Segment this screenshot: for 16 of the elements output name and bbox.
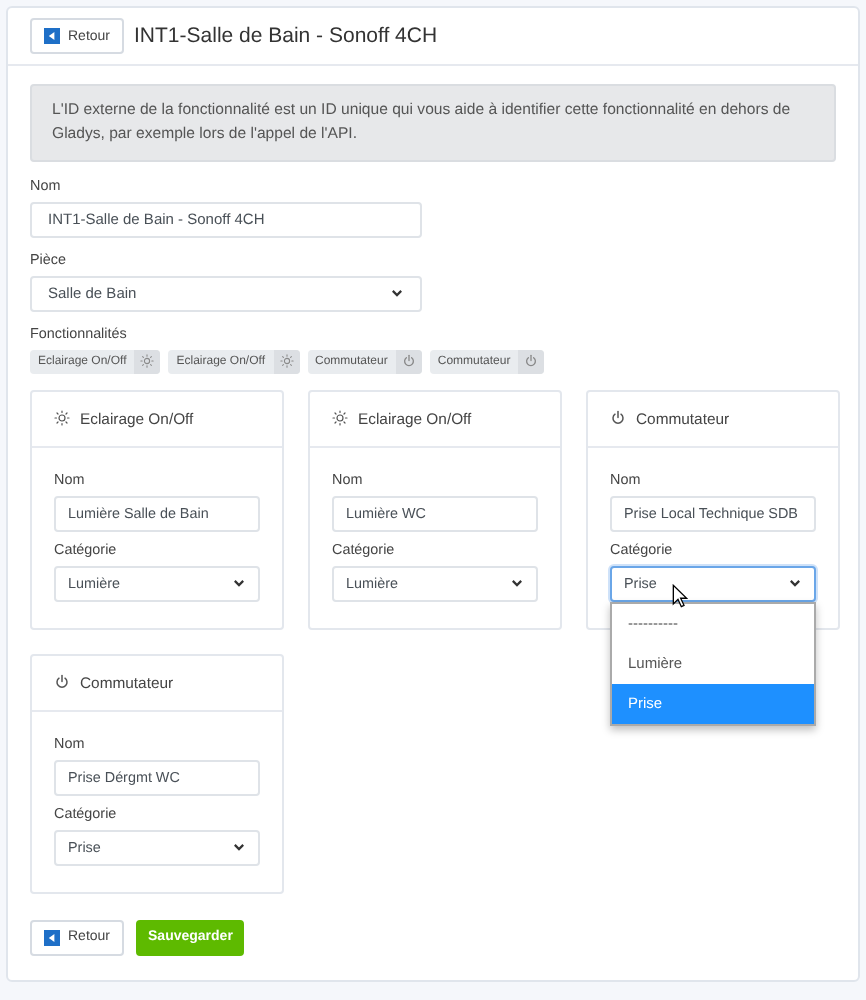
sun-icon [279, 354, 293, 369]
sun-icon [332, 410, 348, 427]
power-icon [54, 674, 70, 691]
chevron-icon [510, 576, 524, 591]
page-title: INT1-Salle de Bain - Sonoff 4CH [134, 24, 438, 48]
back-icon [44, 929, 60, 946]
power-icon [610, 410, 626, 427]
back-icon [44, 28, 60, 44]
sun-icon [54, 410, 70, 427]
sun-icon [140, 354, 155, 369]
power-icon [401, 354, 416, 369]
chevron-icon [232, 840, 246, 855]
power-icon [524, 354, 539, 369]
chevron-icon [788, 576, 802, 591]
chevron-icon [390, 286, 404, 301]
chevron-icon [232, 576, 246, 591]
